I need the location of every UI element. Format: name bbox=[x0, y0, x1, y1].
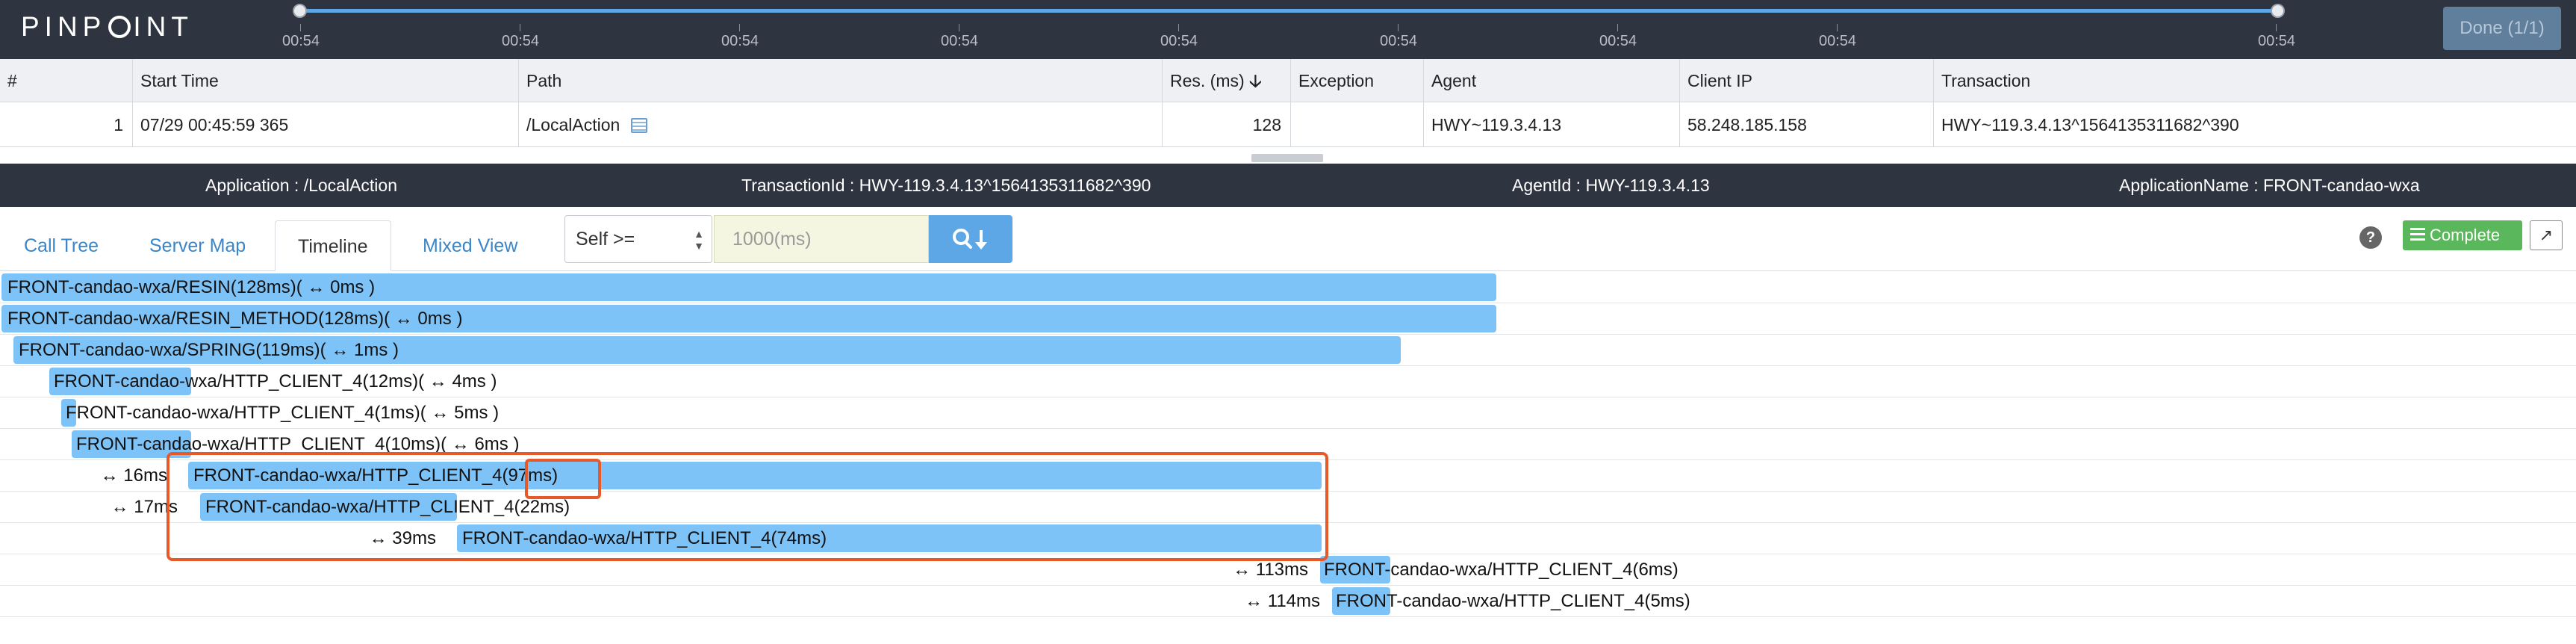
cell-num: 1 bbox=[0, 102, 133, 147]
tab-mixed-view[interactable]: Mixed View bbox=[400, 220, 540, 271]
col-header-res-label: Res. (ms) bbox=[1170, 71, 1245, 90]
table-row[interactable]: 1 07/29 00:45:59 365 /LocalAction 128 HW… bbox=[0, 102, 2576, 147]
transaction-info-bar: Application : /LocalAction TransactionId… bbox=[0, 164, 2576, 207]
complete-button[interactable]: Complete bbox=[2403, 220, 2522, 250]
gap-label: ↔ 114ms bbox=[1245, 591, 1320, 611]
pinpoint-logo[interactable]: PINP INT bbox=[21, 9, 193, 45]
timeline-row[interactable]: FRONT-candao-wxa/SPRING(119ms)( ↔ 1ms ) bbox=[0, 335, 2576, 366]
cell-res: 128 bbox=[1163, 102, 1291, 147]
filter-search-button[interactable] bbox=[929, 215, 1012, 263]
time-tick: 00:54 bbox=[930, 24, 989, 50]
complete-label: Complete bbox=[2430, 226, 2501, 244]
col-header-transaction[interactable]: Transaction bbox=[1934, 59, 2576, 102]
timeline-label: FRONT-candao-wxa/HTTP_CLIENT_4(12ms)( ↔ … bbox=[54, 371, 497, 391]
info-agent-id: AgentId : HWY-119.3.4.13 bbox=[1512, 176, 1710, 195]
timeline-label: FRONT-candao-wxa/SPRING(119ms)( ↔ 1ms ) bbox=[19, 340, 399, 360]
time-tick: 00:54 bbox=[491, 24, 550, 50]
logo-text: PINP INT bbox=[21, 11, 193, 42]
time-tick: 00:54 bbox=[710, 24, 770, 50]
detail-toolbar: Call Tree Server Map Timeline Mixed View… bbox=[0, 207, 2576, 271]
external-link-icon[interactable]: ↗ bbox=[2530, 220, 2563, 250]
search-icon bbox=[953, 229, 987, 250]
filter-select-value: Self >= bbox=[576, 229, 635, 250]
cell-client-ip: 58.248.185.158 bbox=[1680, 102, 1934, 147]
cell-exception bbox=[1291, 102, 1424, 147]
time-range-slider[interactable] bbox=[300, 9, 2277, 13]
cell-start-time: 07/29 00:45:59 365 bbox=[133, 102, 519, 147]
question-icon[interactable]: ? bbox=[2359, 226, 2382, 249]
timeline-view: FRONT-candao-wxa/RESIN(128ms)( ↔ 0ms ) F… bbox=[0, 272, 2576, 644]
cell-transaction: HWY~119.3.4.13^1564135311682^390 bbox=[1941, 115, 2239, 134]
time-tick: 00:54 bbox=[1588, 24, 1648, 50]
slider-handle-left[interactable] bbox=[293, 4, 307, 18]
filter-ms-input[interactable]: 1000(ms) bbox=[714, 215, 929, 263]
timeline-row[interactable]: FRONT-candao-wxa/HTTP_CLIENT_4(12ms)( ↔ … bbox=[0, 366, 2576, 397]
gap-label: ↔ 16ms bbox=[100, 465, 167, 486]
tab-call-tree[interactable]: Call Tree bbox=[1, 220, 121, 271]
highlight-box bbox=[167, 452, 1328, 561]
timeline-label: FRONT-candao-wxa/HTTP_CLIENT_4(6ms) bbox=[1324, 560, 1679, 580]
col-header-num[interactable]: # bbox=[0, 59, 133, 102]
filter-select[interactable]: Self >= ▲ ▼ bbox=[564, 215, 712, 263]
list-header: # Start Time Path Res. (ms) 🡣 Exception … bbox=[0, 59, 2576, 102]
slider-handle-right[interactable] bbox=[2271, 4, 2285, 18]
top-bar: PINP INT 00:54 00:54 00:54 00:54 00:54 00… bbox=[0, 0, 2576, 59]
transaction-list: # Start Time Path Res. (ms) 🡣 Exception … bbox=[0, 59, 2576, 149]
info-application-name: ApplicationName : FRONT-candao-wxa bbox=[2119, 176, 2420, 195]
timeline-label: FRONT-candao-wxa/RESIN(128ms)( ↔ 0ms ) bbox=[7, 277, 376, 297]
resize-handle[interactable] bbox=[1251, 154, 1323, 162]
info-application: Application : /LocalAction bbox=[205, 176, 397, 195]
col-header-res[interactable]: Res. (ms) 🡣 bbox=[1163, 59, 1291, 102]
done-button[interactable]: Done (1/1) bbox=[2443, 7, 2561, 50]
list-icon[interactable] bbox=[630, 118, 647, 133]
cell-path-text: /LocalAction bbox=[526, 115, 620, 134]
timeline-row[interactable]: FRONT-candao-wxa/RESIN_METHOD(128ms)( ↔ … bbox=[0, 303, 2576, 335]
time-tick: 00:54 bbox=[1149, 24, 1209, 50]
col-header-client-ip[interactable]: Client IP bbox=[1680, 59, 1934, 102]
col-header-start-time[interactable]: Start Time bbox=[133, 59, 519, 102]
cell-path: /LocalAction bbox=[519, 102, 1163, 147]
select-arrows-icon: ▲ ▼ bbox=[694, 228, 704, 252]
timeline-label: FRONT-candao-wxa/HTTP_CLIENT_4(1ms)( ↔ 5… bbox=[66, 403, 500, 423]
timeline-label: FRONT-candao-wxa/RESIN_METHOD(128ms)( ↔ … bbox=[7, 309, 463, 329]
gap-label: ↔ 17ms bbox=[111, 497, 178, 517]
timeline-row[interactable]: FRONT-candao-wxa/RESIN(128ms)( ↔ 0ms ) bbox=[0, 272, 2576, 303]
col-header-agent[interactable]: Agent bbox=[1424, 59, 1680, 102]
list-icon bbox=[2410, 228, 2425, 243]
timeline-label: FRONT-candao-wxa/HTTP_CLIENT_4(5ms) bbox=[1336, 591, 1690, 611]
tab-server-map[interactable]: Server Map bbox=[127, 220, 268, 271]
col-header-exception[interactable]: Exception bbox=[1291, 59, 1424, 102]
col-header-path[interactable]: Path bbox=[519, 59, 1163, 102]
time-tick: 00:54 bbox=[1369, 24, 1428, 50]
highlight-box-duration bbox=[525, 459, 601, 499]
info-transaction-id: TransactionId : HWY-119.3.4.13^156413531… bbox=[741, 176, 1151, 195]
time-tick: 00:54 bbox=[2247, 24, 2306, 50]
tab-timeline[interactable]: Timeline bbox=[275, 220, 391, 271]
time-tick: 00:54 bbox=[1808, 24, 1867, 50]
arrow-down-icon: 🡣 bbox=[1249, 71, 1262, 90]
time-tick: 00:54 bbox=[271, 24, 331, 50]
timeline-row[interactable]: FRONT-candao-wxa/HTTP_CLIENT_4(1ms)( ↔ 5… bbox=[0, 397, 2576, 429]
cell-agent: HWY~119.3.4.13 bbox=[1424, 102, 1680, 147]
timeline-row[interactable]: ↔ 114ms FRONT-candao-wxa/HTTP_CLIENT_4(5… bbox=[0, 586, 2576, 617]
